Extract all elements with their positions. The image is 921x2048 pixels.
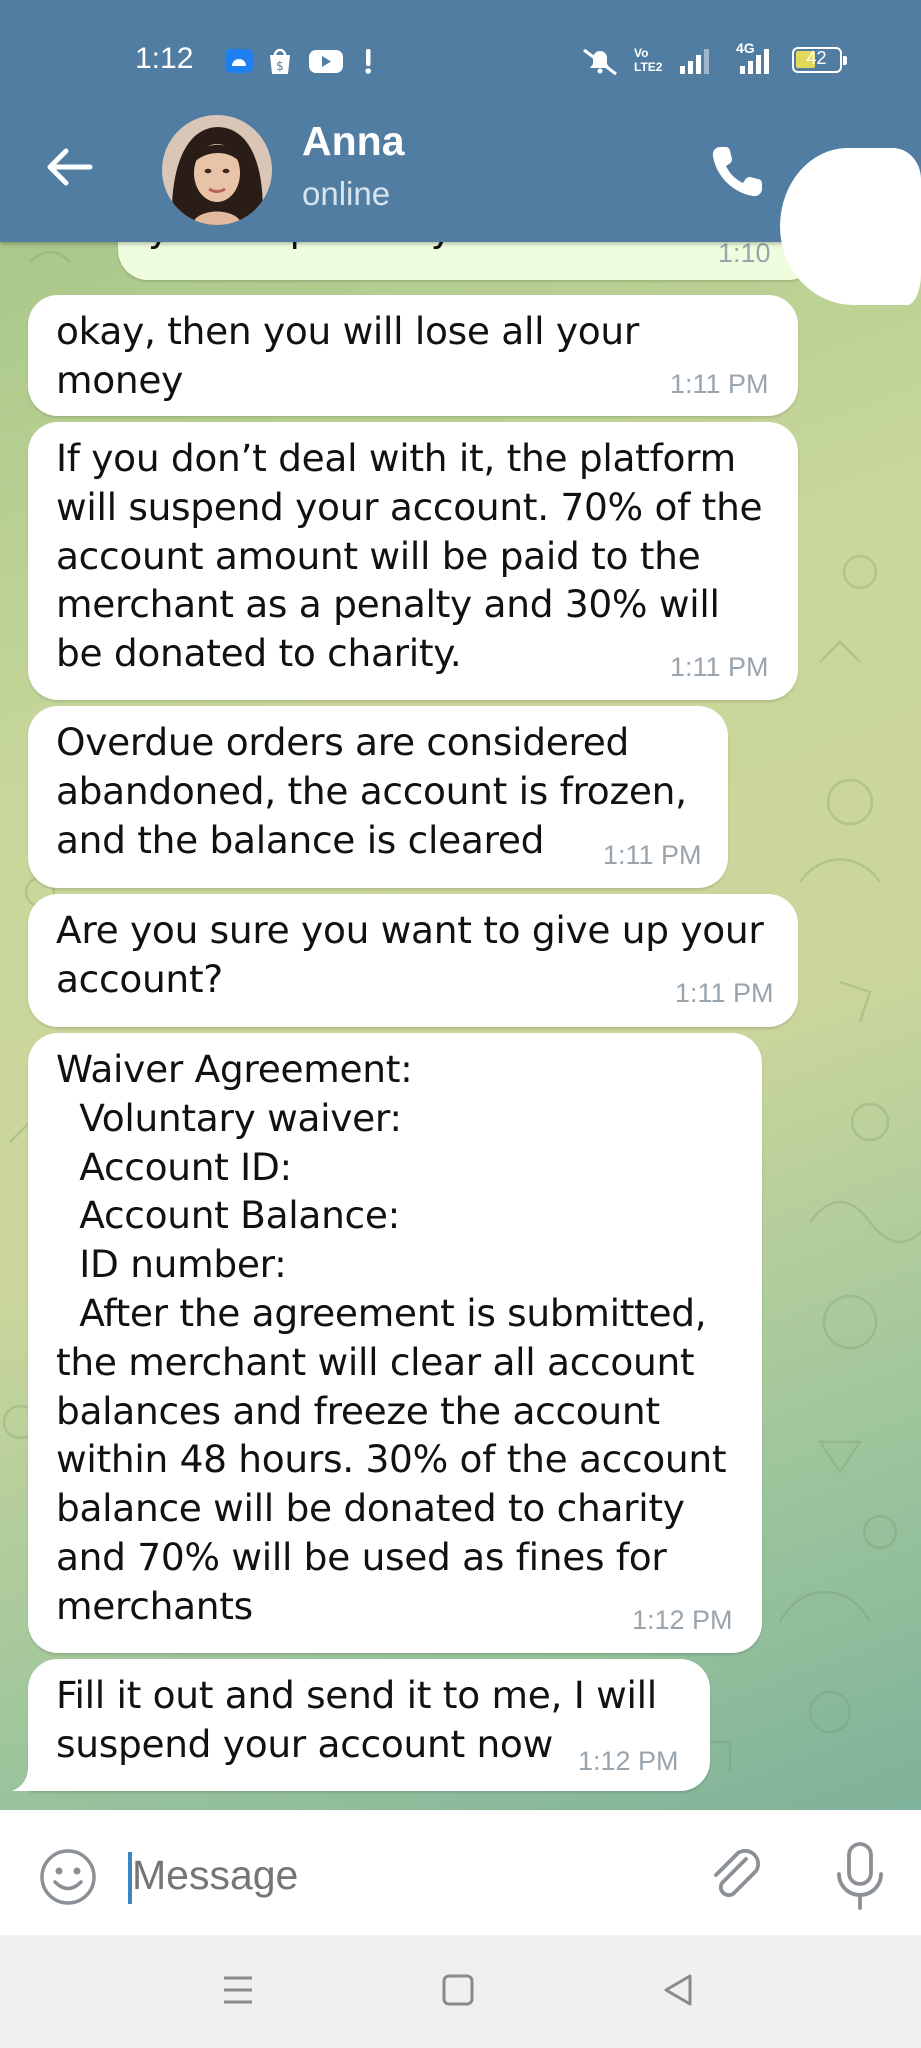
- message-text: you suspend my account: [148, 242, 794, 253]
- signal-1-icon: [680, 49, 709, 74]
- android-notification-icon: [225, 49, 253, 73]
- signal-2-icon: [740, 49, 769, 74]
- message-bubble-outgoing[interactable]: you suspend my account 1:10: [118, 242, 818, 280]
- message-time: 1:11 PM: [603, 840, 702, 870]
- svg-text:$: $: [276, 59, 284, 73]
- message-time: 1:12 PM: [578, 1746, 679, 1776]
- menu-icon[interactable]: [218, 1968, 258, 2012]
- chat-area[interactable]: you suspend my account 1:10 okay, then y…: [0, 242, 921, 1810]
- message-input[interactable]: [132, 1852, 632, 1899]
- bubble-tail: [12, 1767, 38, 1791]
- message-time: 1:11 PM: [670, 652, 769, 682]
- message-time: 1:11 PM: [675, 978, 774, 1008]
- message-text: Are you sure you want to give up your ac…: [56, 908, 764, 1001]
- message-bubble[interactable]: okay, then you will lose all your money …: [28, 295, 798, 416]
- contact-name: Anna: [302, 118, 405, 164]
- message-time: 1:11 PM: [670, 369, 769, 399]
- message-text: If you don’t deal with it, the platform …: [56, 436, 763, 676]
- avatar[interactable]: [162, 115, 272, 225]
- redaction-overlay: [780, 148, 921, 305]
- mic-icon[interactable]: [832, 1840, 888, 1912]
- back-arrow-icon[interactable]: [44, 146, 94, 188]
- back-nav-icon[interactable]: [658, 1968, 698, 2012]
- home-icon[interactable]: [438, 1968, 478, 2012]
- message-text: Waiver Agreement: Voluntary waiver: Acco…: [56, 1047, 727, 1628]
- emoji-icon[interactable]: [38, 1847, 98, 1907]
- battery-icon: 42: [792, 47, 847, 73]
- contact-status: online: [302, 175, 391, 212]
- alert-notification-icon: [365, 49, 371, 74]
- message-bubble[interactable]: If you don’t deal with it, the platform …: [28, 422, 798, 700]
- battery-level: 42: [806, 48, 827, 68]
- status-time: 1:12: [135, 42, 194, 75]
- message-bubble[interactable]: Are you sure you want to give up your ac…: [28, 894, 798, 1027]
- mute-icon: [583, 48, 617, 76]
- message-time: 1:12 PM: [632, 1605, 733, 1635]
- message-bubble[interactable]: Overdue orders are considered abandoned,…: [28, 706, 728, 888]
- youtube-notification-icon: [309, 50, 343, 73]
- phone-icon[interactable]: [708, 143, 766, 201]
- attach-icon[interactable]: [706, 1845, 768, 1907]
- message-bubble[interactable]: Fill it out and send it to me, I will su…: [28, 1659, 710, 1791]
- volte-indicator: Vo LTE2: [634, 46, 663, 74]
- message-time: 1:10: [718, 242, 771, 268]
- message-bubble[interactable]: Waiver Agreement: Voluntary waiver: Acco…: [28, 1033, 762, 1653]
- message-text: okay, then you will lose all your money: [56, 309, 651, 402]
- shop-notification-icon: $: [270, 48, 290, 74]
